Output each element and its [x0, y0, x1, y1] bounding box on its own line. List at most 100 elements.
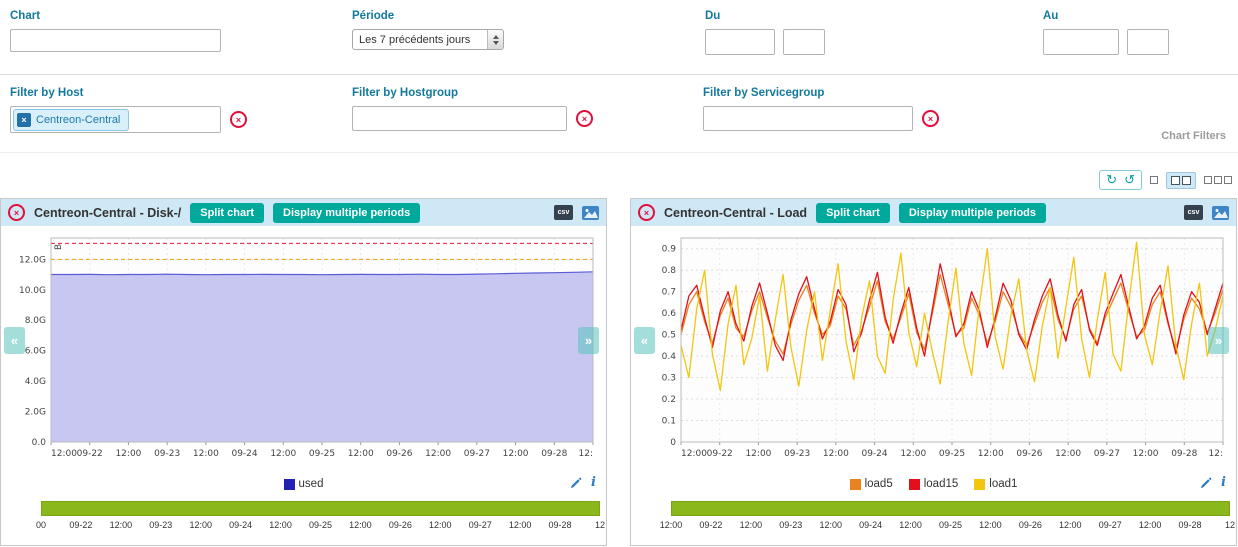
svg-text:8.0G: 8.0G	[25, 316, 46, 326]
svg-text:09-22: 09-22	[77, 449, 103, 459]
scroll-right-button[interactable]: »	[578, 327, 599, 354]
svg-text:12:00: 12:00	[348, 449, 374, 459]
svg-text:09-25: 09-25	[309, 449, 335, 459]
remove-chart-icon[interactable]: ×	[638, 204, 655, 221]
servicegroup-filter-input[interactable]	[703, 106, 913, 131]
clear-hostgroup-filter-icon[interactable]: ×	[576, 110, 593, 127]
legend-swatch	[974, 479, 985, 490]
availability-timebar[interactable]	[41, 501, 600, 516]
scroll-left-button[interactable]: «	[4, 327, 25, 354]
host-chip: × Centreon-Central	[13, 109, 129, 131]
legend-item-load15[interactable]: load15	[909, 478, 959, 490]
panel-title: Centreon-Central - Load	[664, 206, 807, 220]
svg-text:12:00: 12:00	[193, 449, 219, 459]
svg-text:12:: 12:	[1209, 449, 1223, 459]
chart-view-toolbar: ↻ ↺	[1099, 170, 1232, 190]
info-icon[interactable]: i	[591, 477, 596, 489]
svg-text:12:00: 12:00	[900, 449, 926, 459]
svg-text:0.4: 0.4	[662, 352, 677, 362]
legend-swatch	[850, 479, 861, 490]
timebar-tick-label: 12:00	[1139, 520, 1162, 530]
timebar-tick-label: 09-28	[549, 520, 572, 530]
chart-panel-disk: × Centreon-Central - Disk-/ Split chart …	[0, 198, 607, 546]
timebar-tick-label: 12	[1225, 520, 1235, 530]
svg-text:0.9: 0.9	[662, 245, 677, 255]
scroll-left-button[interactable]: «	[634, 327, 655, 354]
svg-text:12:00: 12:00	[503, 449, 529, 459]
panel-title: Centreon-Central - Disk-/	[34, 206, 181, 220]
select-stepper-icon	[487, 30, 503, 49]
refresh-controls: ↻ ↺	[1099, 170, 1142, 190]
chart-filter-input[interactable]	[10, 29, 221, 52]
legend-item-used[interactable]: used	[284, 478, 324, 490]
export-image-icon[interactable]	[582, 206, 599, 220]
svg-text:09-25: 09-25	[939, 449, 965, 459]
split-chart-button[interactable]: Split chart	[190, 203, 264, 223]
host-filter-input[interactable]: × Centreon-Central	[10, 106, 221, 133]
timebar-tick-label: 12:00	[269, 520, 292, 530]
period-label: Période	[352, 10, 504, 22]
view-1-column-icon[interactable]	[1150, 176, 1158, 184]
clear-host-filter-icon[interactable]: ×	[230, 111, 247, 128]
auto-refresh-icon[interactable]: ↺	[1124, 172, 1135, 188]
svg-text:12:00: 12:00	[425, 449, 451, 459]
refresh-icon[interactable]: ↻	[1106, 172, 1117, 188]
svg-text:09-26: 09-26	[1016, 449, 1042, 459]
svg-text:12:00: 12:00	[681, 449, 707, 459]
view-3-columns-icon[interactable]	[1204, 176, 1232, 184]
scroll-right-button[interactable]: »	[1208, 327, 1229, 354]
legend-item-load1[interactable]: load1	[974, 478, 1017, 490]
timebar-tick-label: 12:00	[899, 520, 922, 530]
display-multiple-periods-button[interactable]: Display multiple periods	[899, 203, 1046, 223]
remove-host-chip-icon[interactable]: ×	[17, 113, 31, 127]
to-time-input[interactable]	[1127, 29, 1169, 55]
svg-text:0.7: 0.7	[662, 288, 676, 298]
legend-item-load5[interactable]: load5	[850, 478, 893, 490]
timebar-tick-label: 09-25	[309, 520, 332, 530]
hostgroup-filter-input[interactable]	[352, 106, 567, 131]
svg-text:0.3: 0.3	[662, 374, 676, 384]
load-chart[interactable]: 00.10.20.30.40.50.60.70.80.912:0009-2212…	[635, 230, 1231, 472]
legend-label: load5	[865, 478, 893, 490]
from-date-input[interactable]	[705, 29, 775, 55]
clear-servicegroup-filter-icon[interactable]: ×	[922, 110, 939, 127]
info-icon[interactable]: i	[1221, 477, 1226, 489]
export-image-icon[interactable]	[1212, 206, 1229, 220]
svg-text:12:00: 12:00	[823, 449, 849, 459]
svg-text:12.0G: 12.0G	[19, 255, 46, 265]
svg-text:12:00: 12:00	[978, 449, 1004, 459]
view-2-columns-icon[interactable]	[1166, 172, 1196, 189]
svg-text:12:00: 12:00	[1055, 449, 1081, 459]
timebar-tick-label: 12:00	[979, 520, 1002, 530]
svg-text:12:00: 12:00	[115, 449, 141, 459]
chart-legend: load5 load15 load1	[631, 473, 1236, 495]
remove-chart-icon[interactable]: ×	[8, 204, 25, 221]
timebar-tick-label: 12:00	[1059, 520, 1082, 530]
from-time-input[interactable]	[783, 29, 825, 55]
timebar-tick-label: 09-24	[229, 520, 252, 530]
export-csv-icon[interactable]: csv	[554, 205, 573, 220]
to-date-input[interactable]	[1043, 29, 1119, 55]
edit-icon[interactable]	[1200, 477, 1212, 489]
edit-icon[interactable]	[570, 477, 582, 489]
export-csv-icon[interactable]: csv	[1184, 205, 1203, 220]
period-selected-value: Les 7 précédents jours	[353, 34, 487, 46]
filter-by-hostgroup-field: Filter by Hostgroup ×	[352, 87, 593, 131]
panel-header: × Centreon-Central - Disk-/ Split chart …	[1, 199, 606, 226]
svg-text:2.0G: 2.0G	[25, 408, 46, 418]
timebar-tick-label: 12	[595, 520, 605, 530]
from-date-field: Du	[705, 10, 825, 55]
svg-text:09-22: 09-22	[707, 449, 733, 459]
panel-header: × Centreon-Central - Load Split chart Di…	[631, 199, 1236, 226]
svg-text:12:: 12:	[579, 449, 593, 459]
from-date-label: Du	[705, 10, 825, 22]
availability-timebar[interactable]	[671, 501, 1230, 516]
timebar-tick-label: 12:00	[660, 520, 683, 530]
disk-usage-chart[interactable]: 0.02.0G4.0G6.0G8.0G10.0G12.0G12:0009-221…	[5, 230, 601, 472]
split-chart-button[interactable]: Split chart	[816, 203, 890, 223]
svg-text:0.6: 0.6	[662, 309, 677, 319]
display-multiple-periods-button[interactable]: Display multiple periods	[273, 203, 420, 223]
period-select[interactable]: Les 7 précédents jours	[352, 29, 504, 50]
svg-text:09-26: 09-26	[386, 449, 412, 459]
legend-label: load1	[989, 478, 1017, 490]
